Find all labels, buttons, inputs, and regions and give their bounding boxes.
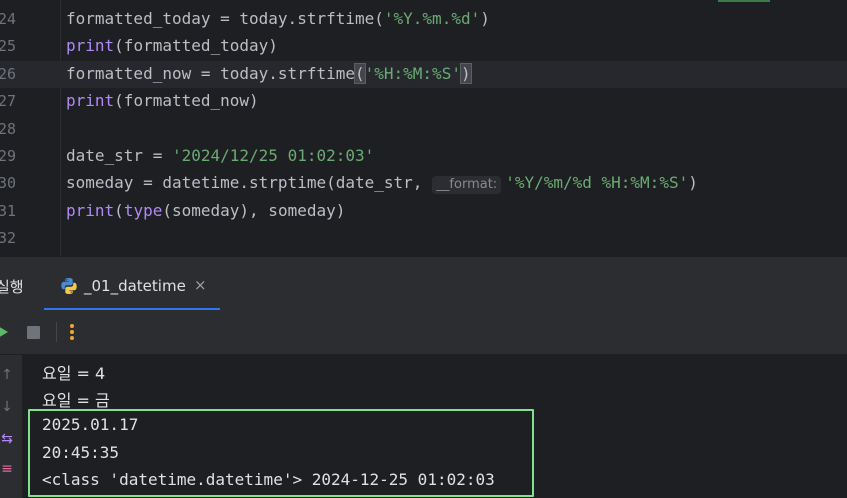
code-token: print <box>66 91 115 111</box>
code-token: print <box>66 36 115 56</box>
parameter-hint: __format: <box>432 176 502 195</box>
code-text: formatted_today = today.strftime('%Y.%m.… <box>66 9 490 29</box>
code-line[interactable]: 30 someday = datetime.strptime(date_str, _… <box>0 170 847 197</box>
stop-icon[interactable] <box>27 326 40 339</box>
console-line: 요일 = 금 <box>42 391 110 410</box>
line-number: 24 <box>0 10 16 28</box>
console-line: 요일 = 4 <box>42 364 106 383</box>
scroll-marker <box>718 0 770 2</box>
code-token: someday = datetime.strptime(date_str, <box>66 173 423 193</box>
code-line[interactable]: 29 date_str = '2024/12/25 01:02:03' <box>0 143 847 170</box>
code-text: someday = datetime.strptime(date_str, __f… <box>66 173 698 195</box>
code-line[interactable]: 26 formatted_now = today.strftime('%H:%M:… <box>0 60 847 88</box>
code-token: print <box>66 200 115 220</box>
code-line[interactable]: 24 formatted_today = today.strftime('%Y.%… <box>0 6 847 33</box>
code-line[interactable]: 31 print(type(someday), someday) <box>0 198 847 225</box>
more-options-icon[interactable] <box>68 322 76 342</box>
line-number: 25 <box>0 37 16 56</box>
run-panel-tabs: 실행 _01_datetime × <box>0 256 847 311</box>
code-text: formatted_now = today.strftime('%H:%M:%S… <box>66 62 472 84</box>
line-number: 27 <box>0 92 16 111</box>
code-line[interactable]: 25 print(formatted_today) <box>0 33 847 60</box>
code-token: date_str = <box>66 146 172 165</box>
run-panel-title[interactable]: 실행 <box>0 276 24 297</box>
console-output[interactable]: ↑ ↓ ⇆ ≡ 요일 = 4 요일 = 금 2025.01.17 20:45:3… <box>0 355 847 498</box>
code-token: type <box>123 200 163 220</box>
code-line[interactable]: 28 <box>0 116 847 143</box>
code-token: (someday), someday) <box>162 200 346 220</box>
code-token: '2024/12/25 01:02:03' <box>171 146 375 165</box>
code-token: '%H:%M:%S' <box>364 63 461 83</box>
scroll-down-icon[interactable]: ↓ <box>0 399 14 415</box>
matched-bracket: ( <box>354 62 366 84</box>
code-text: print(formatted_now) <box>66 91 259 111</box>
highlight-box <box>28 409 534 497</box>
run-toolbar <box>0 310 847 355</box>
tab-01-datetime[interactable]: _01_datetime × <box>44 257 220 311</box>
close-icon[interactable]: × <box>194 276 207 294</box>
code-text: print(type(someday), someday) <box>66 201 345 221</box>
code-token: formatted_now = today.strftime <box>66 63 355 83</box>
line-number: 30 <box>0 174 16 193</box>
tab-label: _01_datetime <box>84 277 186 295</box>
python-icon <box>61 278 77 294</box>
code-token: (formatted_today) <box>114 36 278 56</box>
code-token: '%Y/%m/%d %H:%M:%S' <box>505 173 689 193</box>
code-token: ) <box>480 9 490 28</box>
rerun-icon[interactable] <box>0 326 8 338</box>
console-side-toolbar: ↑ ↓ ⇆ ≡ <box>0 355 22 498</box>
code-line[interactable]: 32 <box>0 225 847 252</box>
line-number: 26 <box>0 64 16 83</box>
code-token: (formatted_now) <box>114 91 259 111</box>
scroll-to-end-icon[interactable]: ≡ <box>0 461 14 477</box>
soft-wrap-icon[interactable]: ⇆ <box>0 431 14 447</box>
code-text: date_str = '2024/12/25 01:02:03' <box>66 146 374 166</box>
matched-bracket: ) <box>459 62 472 84</box>
code-line[interactable]: 27 print(formatted_now) <box>0 88 847 115</box>
code-editor[interactable]: 24 formatted_today = today.strftime('%Y.%… <box>0 0 847 256</box>
line-number: 28 <box>0 119 16 138</box>
toolbar-separator <box>56 322 57 342</box>
scroll-up-icon[interactable]: ↑ <box>0 367 14 383</box>
code-token: formatted_today = today.strftime( <box>66 9 384 28</box>
line-number: 31 <box>0 201 16 220</box>
code-text: print(formatted_today) <box>66 36 278 56</box>
code-token: '%Y.%m.%d' <box>383 9 481 28</box>
code-token: ) <box>688 173 698 193</box>
line-number: 29 <box>0 147 16 165</box>
code-token: ( <box>114 200 124 220</box>
line-number: 32 <box>0 229 16 248</box>
